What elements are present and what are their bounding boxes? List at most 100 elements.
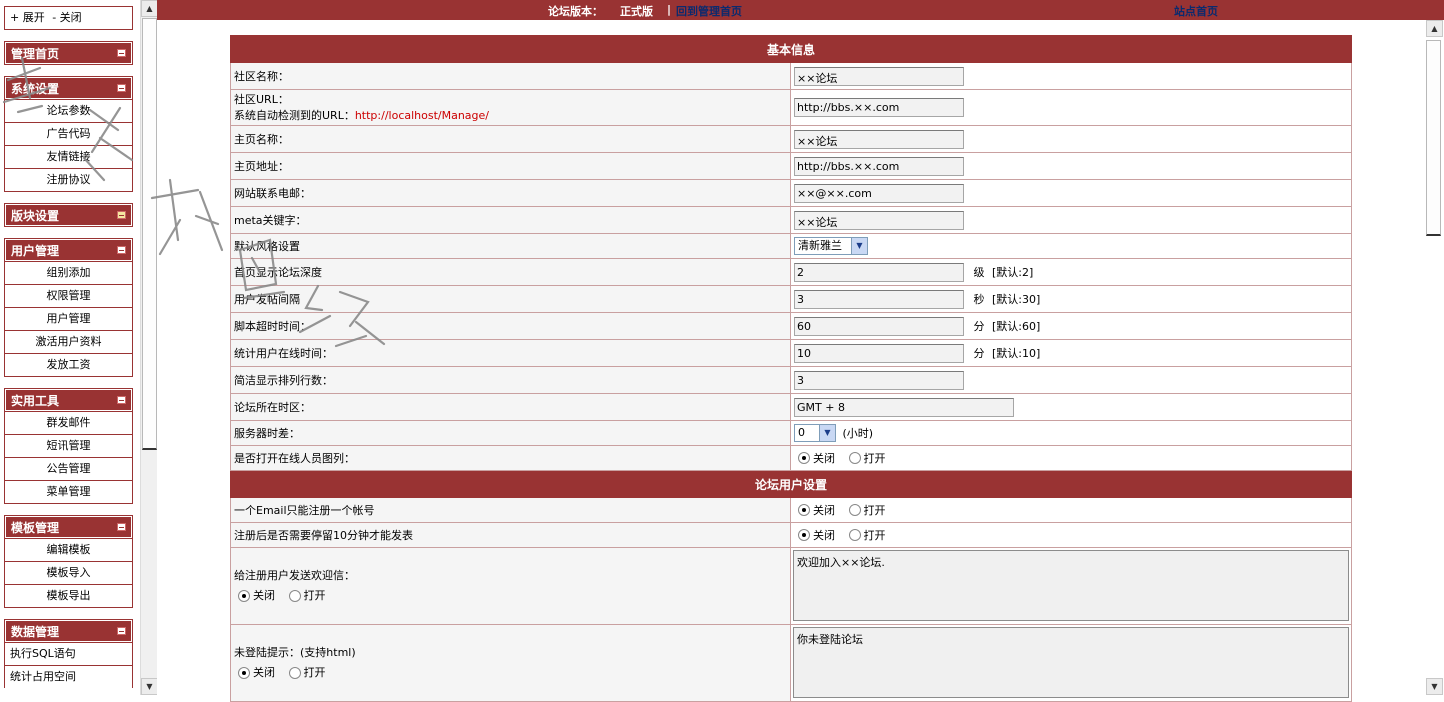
style-select[interactable]: 清新雅兰 ▼ [794,237,868,255]
menu-head-data[interactable]: 数据管理 [5,620,132,642]
expand-icon[interactable] [117,211,126,219]
collapse-icon[interactable] [117,627,126,635]
menu-item-menus[interactable]: 菜单管理 [5,480,132,503]
menu-item-run-sql[interactable]: 执行SQL语句 [5,642,132,665]
menu-head-label: 用户管理 [11,244,60,258]
collapse-icon[interactable] [117,49,126,57]
expand-all-link[interactable]: + 展开 [10,11,45,24]
label-guest-tip-cell: 未登陆提示：(支持html) 关闭 打开 [230,624,791,702]
radio-off-label: 关闭 [253,589,275,602]
depth-unit: 级 [973,266,985,279]
post-interval-input[interactable]: 3 [794,289,964,309]
scroll-up-arrow-icon[interactable]: ▲ [141,0,157,17]
menu-head-system-settings[interactable]: 系统设置 [5,77,132,99]
collapse-icon[interactable] [117,84,126,92]
email-input[interactable]: ××@××.com [794,183,964,203]
label-script-timeout: 脚本超时时间： [230,312,791,340]
menu-group-board-settings: 版块设置 [4,203,133,227]
menu-group-templates: 模板管理 编辑模板 模板导入 模板导出 [4,515,133,608]
menu-item-import-template[interactable]: 模板导入 [5,561,132,584]
chevron-down-icon[interactable]: ▼ [851,238,867,254]
wait10-off-radio[interactable] [798,529,810,541]
menu-item-ad-code[interactable]: 广告代码 [5,122,132,145]
back-to-admin-link[interactable]: 回到管理首页 [676,3,742,19]
menu-item-space-usage[interactable]: 统计占用空间 [5,665,132,688]
row-timezone: 论坛所在时区： GMT + 8 [230,393,1352,421]
radio-on-label: 打开 [863,504,886,517]
one-email-off-radio[interactable] [798,504,810,516]
menu-item-pay-salary[interactable]: 发放工资 [5,353,132,376]
menu-head-label: 数据管理 [11,625,60,639]
online-time-default: [默认:10] [992,347,1041,360]
menu-item-announcements[interactable]: 公告管理 [5,457,132,480]
row-guest-tip: 未登陆提示：(支持html) 关闭 打开 你未登陆论坛 [230,624,1352,702]
menu-head-user-management[interactable]: 用户管理 [5,239,132,261]
scroll-thumb[interactable] [1426,40,1441,236]
menu-item-reg-agreement[interactable]: 注册协议 [5,168,132,191]
menu-item-edit-template[interactable]: 编辑模板 [5,538,132,561]
menu-group-tools: 实用工具 群发邮件 短讯管理 公告管理 菜单管理 [4,388,133,504]
collapse-icon[interactable] [117,396,126,404]
site-name-input[interactable]: ××论坛 [794,66,964,86]
timezone-input[interactable]: GMT + 8 [794,397,1014,417]
depth-input[interactable]: 2 [794,262,964,282]
one-email-on-radio[interactable] [848,504,861,516]
label-time-diff: 服务器时差： [230,420,791,446]
online-time-input[interactable]: 10 [794,343,964,363]
row-welcome: 给注册用户发送欢迎信： 关闭 打开 欢迎加入××论坛. [230,547,1352,625]
meta-input[interactable]: ××论坛 [794,210,964,230]
time-diff-select[interactable]: 0 ▼ [794,424,836,442]
main-scrollbar[interactable]: ▲ ▼ [1424,20,1444,695]
guest-tip-on-radio[interactable] [288,667,301,679]
online-list-off-radio[interactable] [798,452,810,464]
menu-item-users[interactable]: 用户管理 [5,307,132,330]
rows-input[interactable]: 3 [794,370,964,390]
menu-item-activate-users[interactable]: 激活用户资料 [5,330,132,353]
menu-head-label: 实用工具 [11,394,60,408]
guest-tip-textarea[interactable]: 你未登陆论坛 [793,627,1349,698]
menu-item-friend-links[interactable]: 友情链接 [5,145,132,168]
menu-head-admin-home[interactable]: 管理首页 [5,42,132,64]
site-home-link[interactable]: 站点首页 [1174,3,1218,19]
label-guest-tip: 未登陆提示：(支持html) [234,646,356,659]
section-header-user: 论坛用户设置 [230,470,1352,498]
menu-head-label: 系统设置 [11,82,60,96]
menu-head-tools[interactable]: 实用工具 [5,389,132,411]
row-site-url: 社区URL： 系统自动检测到的URL：http://localhost/Mana… [230,89,1352,126]
time-diff-select-value: 0 [798,426,805,439]
wait10-on-radio[interactable] [848,529,861,541]
left-scrollbar[interactable]: ▲ ▼ [140,0,157,695]
label-timezone: 论坛所在时区： [230,393,791,421]
label-online-time: 统计用户在线时间： [230,339,791,367]
menu-item-export-template[interactable]: 模板导出 [5,584,132,607]
menu-item-add-group[interactable]: 组别添加 [5,261,132,284]
online-list-on-radio[interactable] [848,452,861,464]
script-timeout-input[interactable]: 60 [794,316,964,336]
guest-tip-off-radio[interactable] [238,667,250,679]
scroll-down-arrow-icon[interactable]: ▼ [1426,678,1443,695]
scroll-thumb[interactable] [142,18,157,450]
collapse-all-link[interactable]: - 关闭 [52,11,81,24]
scroll-down-arrow-icon[interactable]: ▼ [141,678,157,695]
welcome-radios: 关闭 打开 [234,588,787,604]
scroll-up-arrow-icon[interactable]: ▲ [1426,20,1443,37]
radio-off-label: 关闭 [813,452,835,465]
menu-head-board-settings[interactable]: 版块设置 [5,204,132,226]
menu-item-messages[interactable]: 短讯管理 [5,434,132,457]
welcome-textarea[interactable]: 欢迎加入××论坛. [793,550,1349,621]
menu-item-permissions[interactable]: 权限管理 [5,284,132,307]
site-url-input[interactable]: http://bbs.××.com [794,98,964,117]
welcome-on-radio[interactable] [288,590,301,602]
home-name-input[interactable]: ××论坛 [794,129,964,149]
home-url-input[interactable]: http://bbs.××.com [794,156,964,176]
row-online-list: 是否打开在线人员图列： 关闭 打开 [230,445,1352,471]
label-online-list: 是否打开在线人员图列： [230,445,791,471]
chevron-down-icon[interactable]: ▼ [819,425,835,441]
menu-item-mass-mail[interactable]: 群发邮件 [5,411,132,434]
detected-url-value: http://localhost/Manage/ [354,108,490,122]
collapse-icon[interactable] [117,246,126,254]
collapse-icon[interactable] [117,523,126,531]
menu-item-forum-params[interactable]: 论坛参数 [5,99,132,122]
menu-head-templates[interactable]: 模板管理 [5,516,132,538]
welcome-off-radio[interactable] [238,590,250,602]
